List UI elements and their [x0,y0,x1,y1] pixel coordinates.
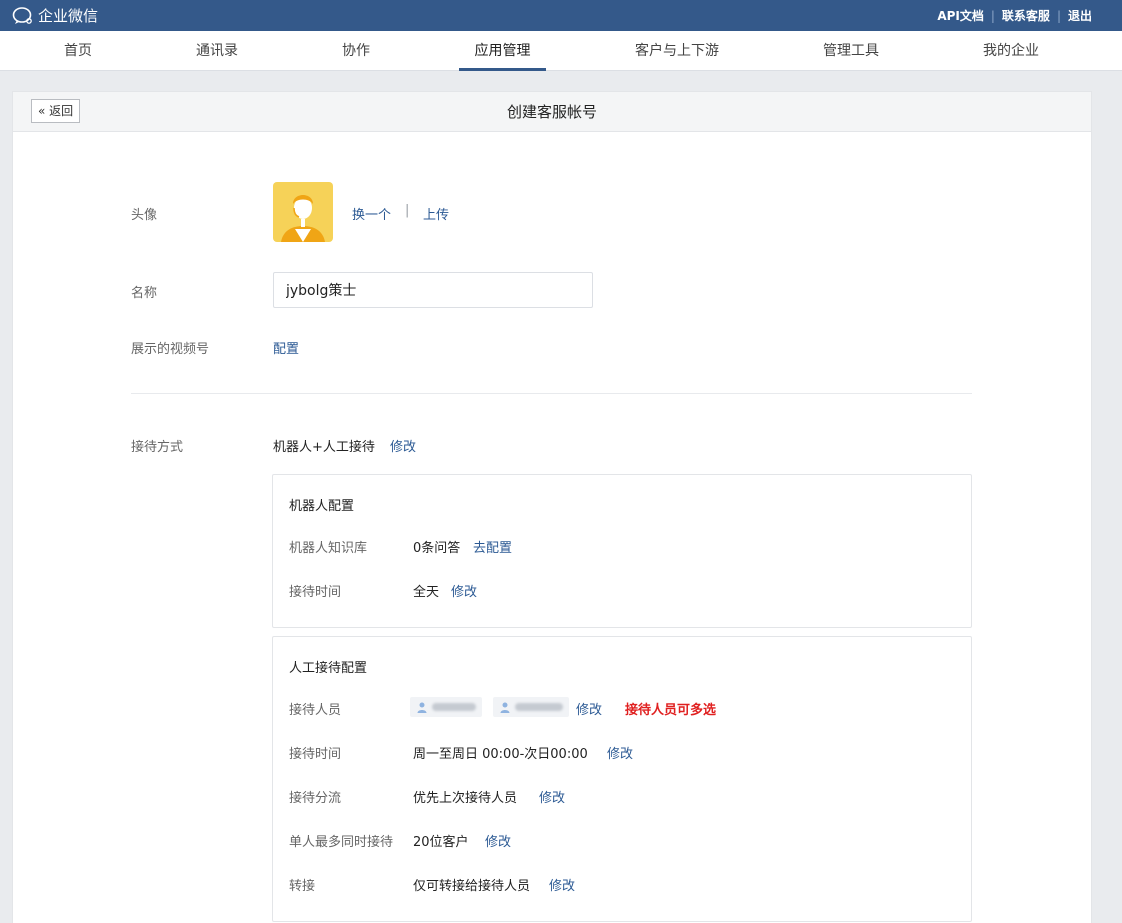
wecom-logo-icon [12,6,32,24]
video-channel-config-link[interactable]: 配置 [273,338,299,357]
video-channel-label: 展示的视频号 [131,342,210,357]
robot-kb-value: 0条问答 [413,541,461,556]
avatar [273,182,333,242]
staff-multi-select-note: 接待人员可多选 [625,703,717,718]
human-config-card [272,636,972,922]
top-bar: 企业微信 API文档 | 联系客服 | 退出 [0,0,1122,31]
section-divider [131,393,972,394]
staff-tag[interactable] [493,697,569,717]
name-input[interactable] [273,272,593,308]
max-concurrent-edit-link[interactable]: 修改 [485,831,511,850]
contact-support-link[interactable]: 联系客服 [1002,7,1050,24]
page-title: 创建客服帐号 [506,103,597,121]
staff-tag[interactable] [410,697,482,717]
human-config-title: 人工接待配置 [289,661,368,676]
robot-config-title: 机器人配置 [289,499,355,514]
staff-name-blurred [432,703,476,711]
brand-logo[interactable]: 企业微信 [12,5,98,26]
robot-kb-config-link[interactable]: 去配置 [473,537,512,556]
robot-config-card [272,474,972,628]
robot-time-label: 接待时间 [289,585,342,600]
api-docs-link[interactable]: API文档 [937,7,984,24]
active-tab-indicator [459,68,546,71]
nav-item-app-management[interactable]: 应用管理 [459,31,546,71]
max-concurrent-value: 20位客户 [413,835,469,850]
routing-label: 接待分流 [289,791,342,806]
human-time-value: 周一至周日 00:00-次日00:00 [413,747,588,762]
user-icon [500,702,510,713]
double-chevron-left-icon: « [38,104,46,118]
human-time-edit-link[interactable]: 修改 [607,743,633,762]
top-links: API文档 | 联系客服 | 退出 [937,7,1092,24]
main-nav: 首页 通讯录 协作 应用管理 客户与上下游 管理工具 我的企业 [0,31,1122,71]
top-link-divider: | [1056,8,1061,23]
staff-label: 接待人员 [289,703,342,718]
robot-time-edit-link[interactable]: 修改 [451,581,477,600]
robot-kb-label: 机器人知识库 [289,541,368,556]
nav-item-admin-tools[interactable]: 管理工具 [801,31,901,71]
nav-item-my-company[interactable]: 我的企业 [966,31,1056,71]
routing-edit-link[interactable]: 修改 [539,787,565,806]
avatar-change-link[interactable]: 换一个 [352,204,391,223]
nav-item-customers[interactable]: 客户与上下游 [617,31,737,71]
panel-header: 创建客服帐号 « 返回 [13,92,1091,132]
back-button-label: 返回 [49,104,74,118]
staff-name-blurred [515,703,563,711]
back-button[interactable]: « 返回 [31,99,81,123]
name-label: 名称 [131,286,158,301]
avatar-label: 头像 [131,208,158,223]
transfer-label: 转接 [289,879,316,894]
nav-item-home[interactable]: 首页 [38,31,118,71]
brand-name: 企业微信 [38,7,99,25]
user-icon [417,702,427,713]
reception-mode-label: 接待方式 [131,440,184,455]
top-link-divider: | [990,8,995,23]
nav-item-contacts[interactable]: 通讯录 [177,31,257,71]
routing-value: 优先上次接待人员 [413,791,518,806]
reception-mode-edit-link[interactable]: 修改 [390,436,416,455]
transfer-edit-link[interactable]: 修改 [549,875,575,894]
robot-time-value: 全天 [413,585,440,600]
nav-item-collaboration[interactable]: 协作 [316,31,396,71]
avatar-link-divider: | [405,203,410,218]
avatar-upload-link[interactable]: 上传 [423,204,449,223]
service-agent-avatar-icon [273,182,333,242]
transfer-value: 仅可转接给接待人员 [413,879,531,894]
human-time-label: 接待时间 [289,747,342,762]
logout-link[interactable]: 退出 [1068,7,1092,24]
reception-mode-value: 机器人+人工接待 [273,440,375,455]
max-concurrent-label: 单人最多同时接待 [289,835,394,850]
staff-edit-link[interactable]: 修改 [576,699,602,718]
